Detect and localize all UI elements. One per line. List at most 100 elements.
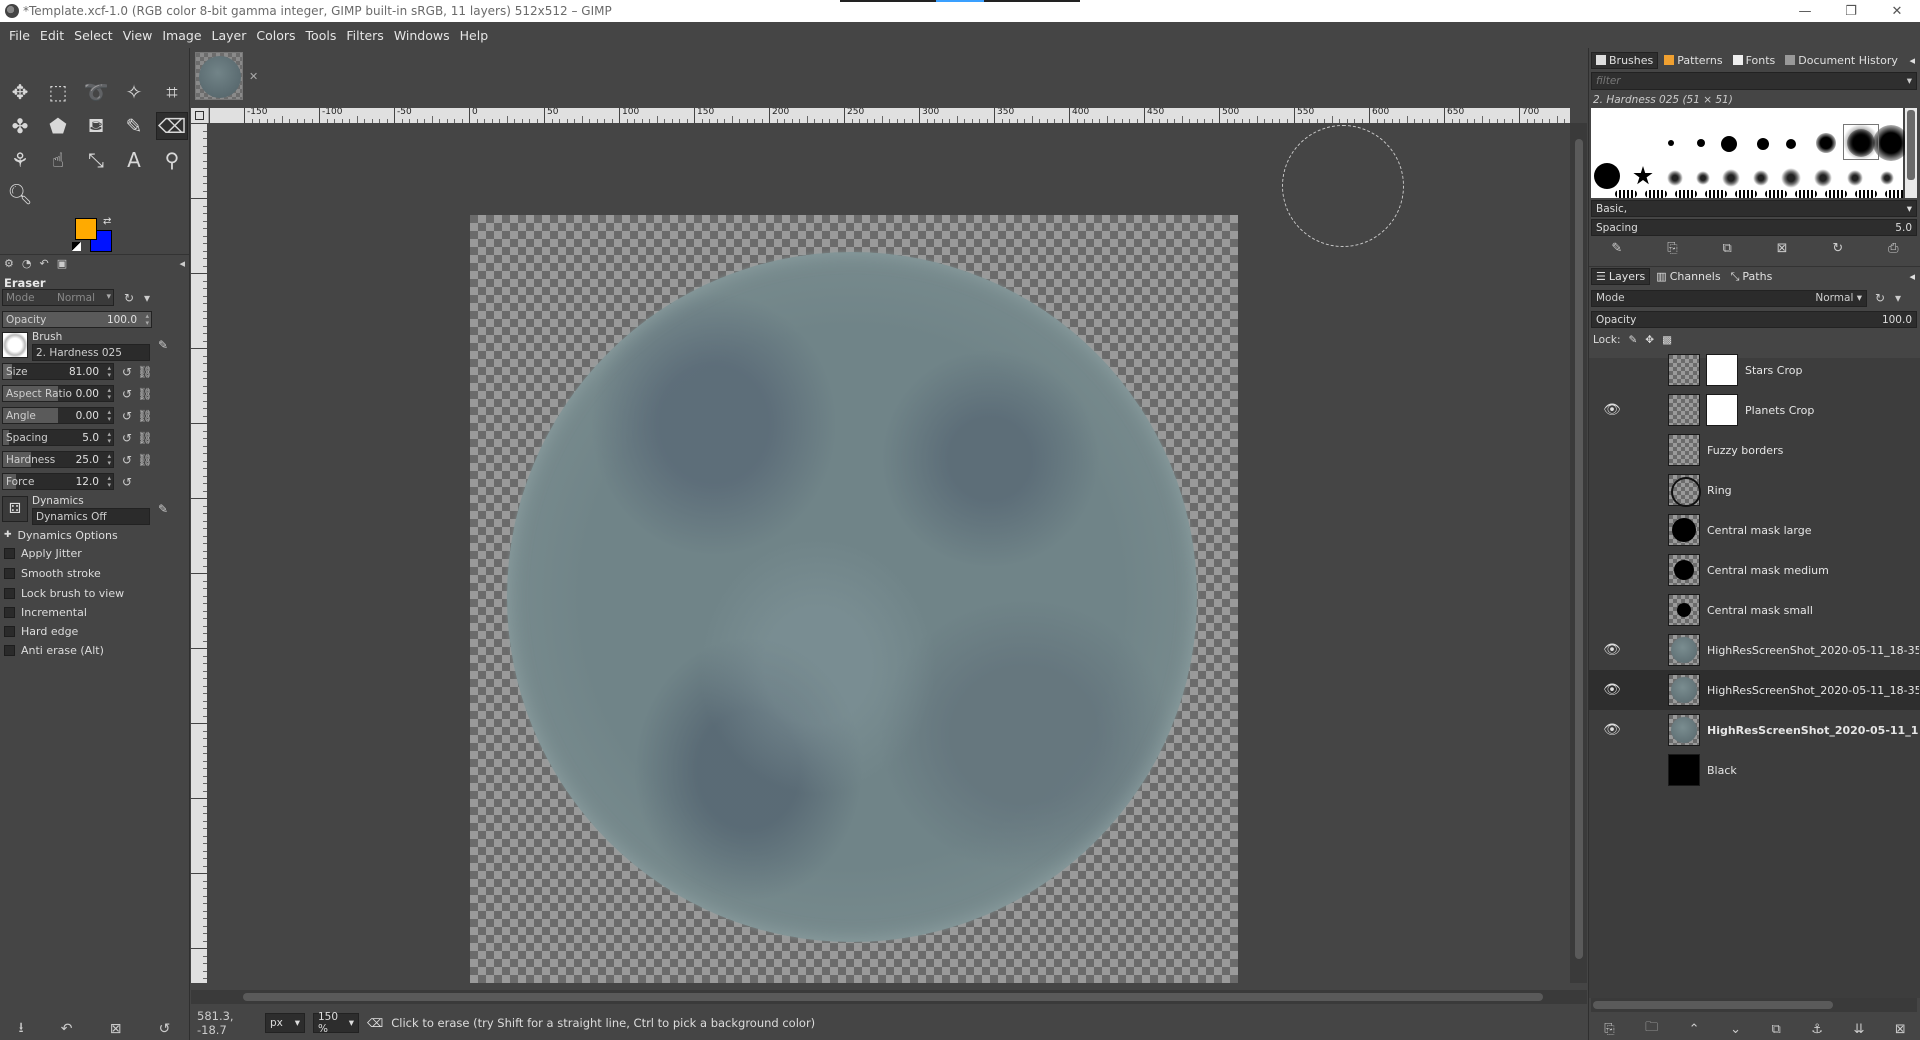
tool-options-tab-icon[interactable]: ⚙ <box>4 257 14 270</box>
image-tab-thumbnail[interactable] <box>195 52 243 100</box>
layer-thumbnail[interactable] <box>1668 754 1700 786</box>
hardness-slider[interactable]: Hardness 25.0 ▴ ▾ <box>2 451 114 468</box>
lock-pixels-icon[interactable]: ✎ <box>1628 334 1637 346</box>
menu-layer[interactable]: Layer <box>207 28 252 43</box>
menu-colors[interactable]: Colors <box>251 28 300 43</box>
transform-tool-icon[interactable]: ⬟ <box>42 112 74 140</box>
visibility-eye-icon[interactable]: 👁︎ <box>1601 682 1623 698</box>
horizontal-scrollbar[interactable] <box>191 990 1587 1004</box>
angle-reset-icon[interactable]: ↺ <box>118 407 136 425</box>
layers-horizontal-scrollbar[interactable] <box>1591 998 1917 1012</box>
angle-slider[interactable]: Angle 0.00 ▴ ▾ <box>2 407 114 424</box>
aspect-reset-icon[interactable]: ↺ <box>118 385 136 403</box>
eraser-tool-icon[interactable]: ⌫ <box>156 112 188 140</box>
layer-row[interactable]: Stars Crop <box>1589 350 1920 390</box>
anchor-layer-icon[interactable]: ⚓ <box>1811 1022 1823 1037</box>
swap-colors-icon[interactable]: ⇄ <box>103 216 111 227</box>
configure-tab-icon[interactable]: ◂ <box>179 257 185 270</box>
lock-brush-checkbox[interactable] <box>4 587 15 599</box>
delete-layer-icon[interactable]: ⊠ <box>1895 1022 1906 1037</box>
zoom-select[interactable]: 150 % ▾ <box>313 1011 359 1035</box>
tab-patterns[interactable]: Patterns <box>1660 53 1726 68</box>
opacity-slider[interactable]: Opacity 100.0 ▴ ▾ <box>2 311 152 328</box>
visibility-eye-icon[interactable]: 👁︎ <box>1601 722 1623 738</box>
brush-spacing-slider[interactable]: Spacing 5.0 <box>1591 219 1917 236</box>
layer-mask-thumbnail[interactable] <box>1706 354 1738 386</box>
menu-windows[interactable]: Windows <box>389 28 455 43</box>
refresh-brushes-icon[interactable]: ↻ <box>1832 241 1843 256</box>
minimize-button[interactable]: — <box>1782 0 1828 22</box>
visibility-eye-icon[interactable]: 👁︎ <box>1601 642 1623 658</box>
brush-name-field[interactable]: 2. Hardness 025 <box>32 344 150 361</box>
duplicate-layer-icon[interactable]: ⧉ <box>1771 1022 1780 1037</box>
image-canvas[interactable] <box>470 215 1238 983</box>
dynamics-name-field[interactable]: Dynamics Off <box>32 508 150 525</box>
force-reset-icon[interactable]: ↺ <box>118 473 136 491</box>
brush-grid[interactable] <box>1591 108 1909 198</box>
brush-grid-scrollbar[interactable] <box>1905 108 1917 198</box>
tab-layers[interactable]: ☰ Layers <box>1591 268 1651 285</box>
open-brush-icon[interactable]: ⎙ <box>1888 241 1898 256</box>
brush-preview[interactable] <box>2 332 28 358</box>
layer-row[interactable]: Fuzzy borders <box>1589 430 1920 470</box>
menu-view[interactable]: View <box>118 28 158 43</box>
layer-thumbnail[interactable] <box>1668 394 1700 426</box>
angle-link-icon[interactable]: ⛓ <box>136 407 154 425</box>
visibility-eye-icon[interactable] <box>1601 443 1623 457</box>
clone-tool-icon[interactable]: ⚘ <box>4 146 36 174</box>
lock-position-icon[interactable]: ✥ <box>1645 334 1654 346</box>
lock-alpha-icon[interactable]: ▩ <box>1662 334 1672 346</box>
tab-brushes[interactable]: Brushes <box>1591 51 1659 69</box>
menu-filters[interactable]: Filters <box>341 28 388 43</box>
menu-tools[interactable]: Tools <box>301 28 342 43</box>
quick-mask-toggle[interactable] <box>191 108 209 123</box>
mode-dropdown-icon[interactable]: ▾ <box>138 289 156 307</box>
spacing-link-icon[interactable]: ⛓ <box>136 429 154 447</box>
size-link-icon[interactable]: ⛓ <box>136 363 154 381</box>
raise-layer-icon[interactable]: ⌃ <box>1689 1022 1700 1037</box>
vertical-scrollbar[interactable] <box>1570 123 1587 983</box>
duplicate-brush-icon[interactable]: ⧉ <box>1722 241 1731 256</box>
crop-tool-icon[interactable]: ⌗ <box>156 78 188 106</box>
visibility-eye-icon[interactable] <box>1601 363 1623 377</box>
edit-brush-icon[interactable]: ✎ <box>154 336 172 354</box>
layer-row[interactable]: 👁︎ HighResScreenShot_2020-05-11_18- <box>1589 710 1920 750</box>
lasso-tool-icon[interactable]: ➰ <box>80 78 112 106</box>
save-options-icon[interactable]: ⭳ <box>19 1017 24 1040</box>
maximize-button[interactable]: ❐ <box>1828 0 1874 22</box>
undo-history-tab-icon[interactable]: ↶ <box>39 257 48 270</box>
device-status-tab-icon[interactable]: ◔ <box>22 257 32 270</box>
hard-edge-checkbox[interactable] <box>4 625 15 637</box>
zoom-tool-icon[interactable]: 🔍︎ <box>4 180 36 208</box>
visibility-eye-icon[interactable] <box>1601 603 1623 617</box>
horizontal-ruler[interactable]: -150 -100 -50 0 50 100 150 200 250 300 350 400 450 50… <box>210 108 1570 123</box>
size-slider[interactable]: Size 81.00 ▴ ▾ <box>2 363 114 380</box>
mode-select[interactable]: Mode Normal ▾ <box>2 289 114 306</box>
layer-thumbnail[interactable] <box>1668 474 1701 507</box>
aspect-ratio-slider[interactable]: Aspect Ratio 0.00 ▴ ▾ <box>2 385 114 402</box>
layer-mode-dropdown-icon[interactable]: ▾ <box>1889 289 1907 307</box>
hardness-reset-icon[interactable]: ↺ <box>118 451 136 469</box>
spacing-reset-icon[interactable]: ↺ <box>118 429 136 447</box>
layer-thumbnail[interactable] <box>1668 434 1700 466</box>
edit-brush-dock-icon[interactable]: ✎ <box>1611 241 1622 256</box>
incremental-checkbox[interactable] <box>4 606 15 618</box>
smooth-stroke-checkbox[interactable] <box>4 567 15 579</box>
smudge-tool-icon[interactable]: ☝ <box>42 146 74 174</box>
layer-row[interactable]: Central mask large <box>1589 510 1920 550</box>
paths-tool-icon[interactable]: ⤡ <box>80 146 112 174</box>
brush-filter-input[interactable]: filter ▾ <box>1591 72 1917 90</box>
visibility-eye-icon[interactable] <box>1601 563 1623 577</box>
layer-row[interactable]: Ring <box>1589 470 1920 510</box>
layer-row[interactable]: Central mask small <box>1589 590 1920 630</box>
size-reset-icon[interactable]: ↺ <box>118 363 136 381</box>
layer-thumbnail[interactable] <box>1668 714 1700 746</box>
layer-thumbnail[interactable] <box>1668 514 1700 546</box>
tab-fonts[interactable]: Fonts <box>1729 53 1780 68</box>
text-tool-icon[interactable]: A <box>118 146 150 174</box>
warp-tool-icon[interactable]: ✤ <box>4 112 36 140</box>
rect-select-tool-icon[interactable]: ⬚ <box>42 78 74 106</box>
layer-mode-select[interactable]: Mode Normal ▾ <box>1591 289 1867 307</box>
reset-options-icon[interactable]: ↺ <box>159 1021 171 1037</box>
foreground-color-swatch[interactable] <box>75 218 97 240</box>
